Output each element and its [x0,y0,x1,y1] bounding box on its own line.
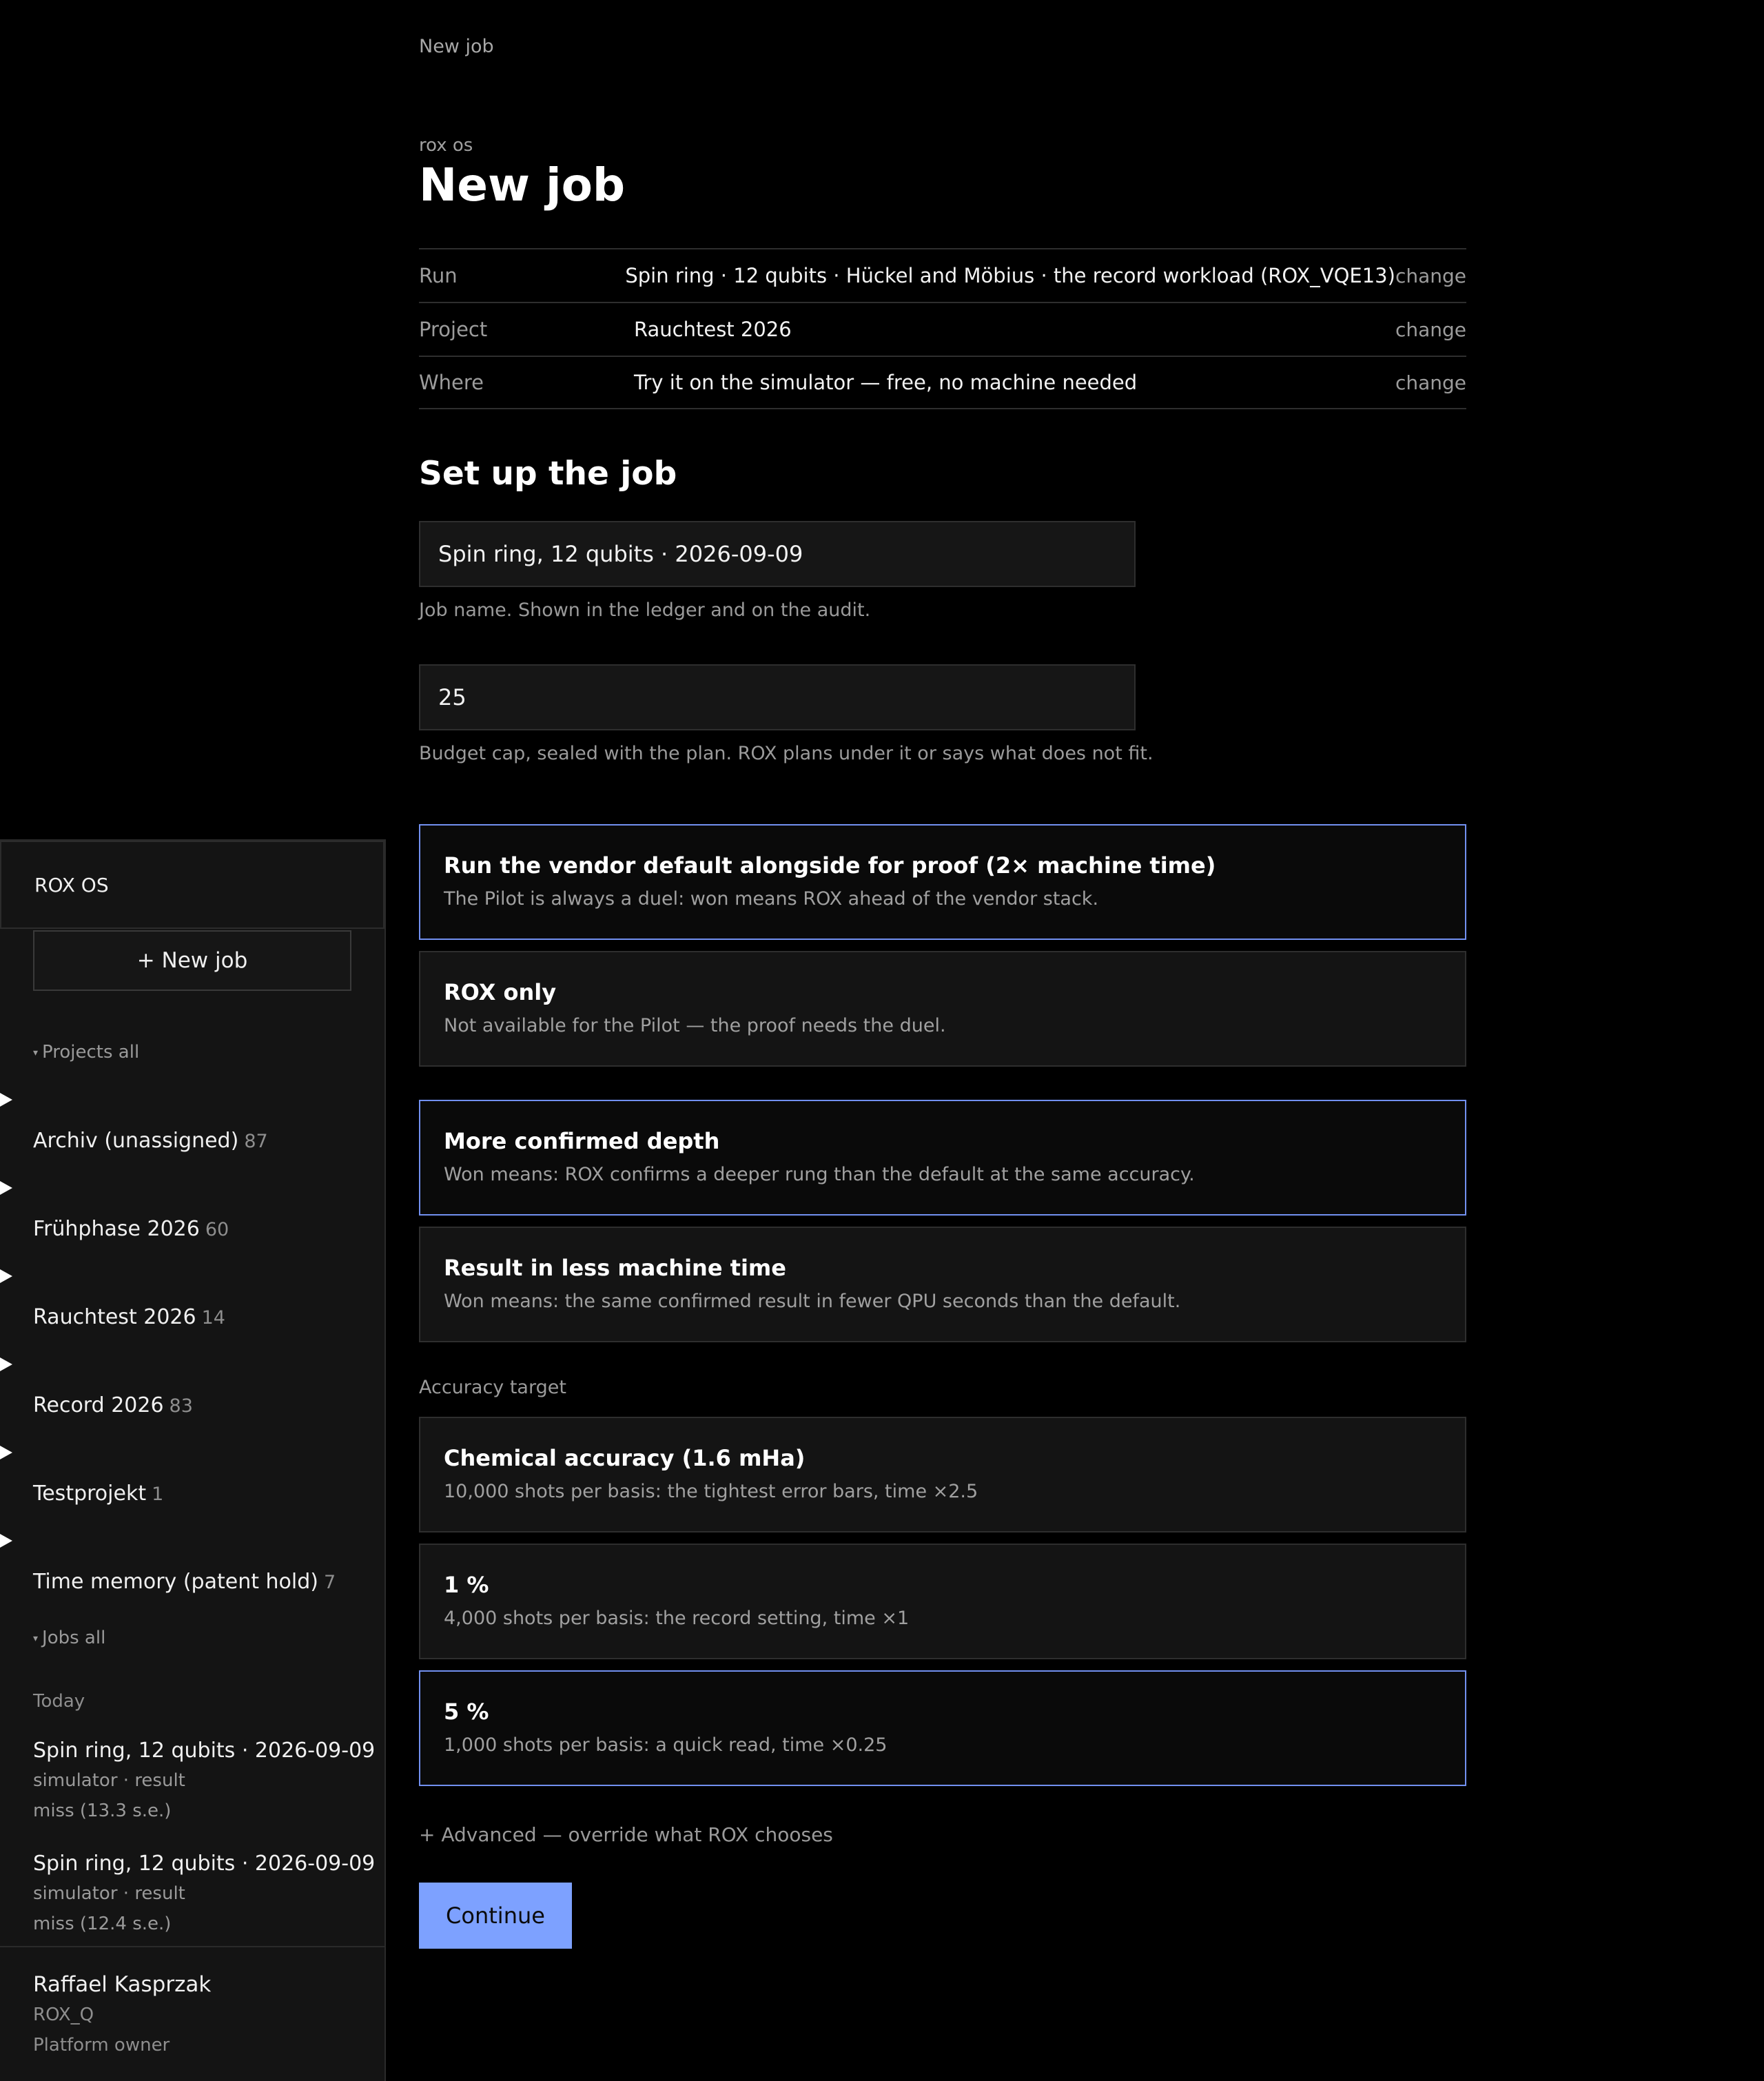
summary-value: Rauchtest 2026 [634,318,792,341]
jobs-header[interactable]: ▾ Jobs all [33,1628,105,1648]
job-name-hint: Job name. Shown in the ledger and on the… [419,599,871,621]
option-accuracy-1-percent[interactable]: 1 % 4,000 shots per basis: the record se… [419,1544,1466,1659]
project-count: 7 [323,1572,336,1593]
option-title: Chemical accuracy (1.6 mHa) [444,1445,806,1471]
project-count: 83 [169,1395,193,1417]
option-chemical-accuracy[interactable]: Chemical accuracy (1.6 mHa) 10,000 shots… [419,1417,1466,1532]
project-name: Rauchtest 2026 [33,1305,196,1329]
summary-row-project: Project Rauchtest 2026 change [419,302,1466,356]
sidebar-project-testprojekt[interactable]: Testprojekt 1 [33,1482,163,1506]
budget-cap-input[interactable] [419,664,1136,730]
option-title: Run the vendor default alongside for pro… [444,852,1216,879]
option-vendor-duel[interactable]: Run the vendor default alongside for pro… [419,824,1466,940]
project-name: Testprojekt [33,1482,147,1506]
option-description: 1,000 shots per basis: a quick read, tim… [444,1734,888,1756]
summary-value: Try it on the simulator — free, no machi… [634,371,1138,394]
summary-row-run: Run Spin ring · 12 qubits · Hückel and M… [419,248,1466,302]
expand-arrow-icon[interactable] [0,1181,12,1195]
new-job-button[interactable]: + New job [33,930,351,991]
project-count: 14 [201,1307,225,1329]
job-meta: simulator · result [33,1883,185,1904]
sidebar-brand[interactable]: ROX OS [0,841,384,929]
continue-button[interactable]: Continue [419,1883,572,1949]
project-count: 60 [205,1219,229,1240]
expand-arrow-icon[interactable] [0,1446,12,1459]
expand-arrow-icon[interactable] [0,1093,12,1107]
project-name: Frühphase 2026 [33,1217,200,1241]
project-count: 1 [152,1484,164,1505]
option-accuracy-5-percent[interactable]: 5 % 1,000 shots per basis: a quick read,… [419,1670,1466,1786]
expand-arrow-icon[interactable] [0,1357,12,1371]
caret-down-icon: ▾ [33,1047,39,1058]
accuracy-target-label: Accuracy target [419,1377,566,1398]
project-name: Archiv (unassigned) [33,1129,239,1153]
sidebar-project-record[interactable]: Record 2026 83 [33,1393,193,1417]
user-org: ROX_Q [33,2005,94,2025]
option-title: More confirmed depth [444,1128,720,1154]
sidebar-project-time-memory[interactable]: Time memory (patent hold) 7 [33,1570,336,1594]
job-status: miss (13.3 s.e.) [33,1801,172,1821]
option-title: 1 % [444,1572,489,1598]
option-description: 4,000 shots per basis: the record settin… [444,1608,910,1629]
expand-arrow-icon[interactable] [0,1534,12,1548]
option-confirmed-depth[interactable]: More confirmed depth Won means: ROX conf… [419,1100,1466,1216]
job-title: Spin ring, 12 qubits · 2026-09-09 [33,1739,376,1763]
job-title: Spin ring, 12 qubits · 2026-09-09 [33,1852,376,1876]
sidebar-project-rauchtest[interactable]: Rauchtest 2026 14 [33,1305,225,1329]
summary-label: Project [419,318,488,341]
job-status: miss (12.4 s.e.) [33,1914,172,1934]
today-label: Today [33,1691,85,1712]
option-rox-only[interactable]: ROX only Not available for the Pilot — t… [419,951,1466,1067]
job-name-input[interactable] [419,521,1136,587]
option-description: Won means: the same confirmed result in … [444,1291,1181,1312]
option-title: ROX only [444,979,557,1005]
project-name: Record 2026 [33,1393,164,1417]
summary-row-where: Where Try it on the simulator — free, no… [419,356,1466,409]
summary-label: Run [419,264,458,287]
job-meta: simulator · result [33,1770,185,1791]
breadcrumb: New job [419,36,494,57]
expand-arrow-icon[interactable] [0,1269,12,1283]
option-description: 10,000 shots per basis: the tightest err… [444,1481,978,1502]
option-description: Not available for the Pilot — the proof … [444,1015,946,1036]
change-project-link[interactable]: change [1395,318,1466,341]
projects-header-label: Projects all [42,1042,140,1063]
summary-label: Where [419,371,484,394]
page-title: New job [419,158,626,212]
jobs-header-label: Jobs all [42,1628,106,1648]
user-profile[interactable]: Raffael Kasprzak ROX_Q Platform owner [0,1946,384,2081]
job-summary-table: Run Spin ring · 12 qubits · Hückel and M… [419,248,1466,409]
page-eyebrow: rox os [419,135,473,156]
option-description: Won means: ROX confirms a deeper rung th… [444,1164,1195,1185]
project-count: 87 [244,1131,268,1152]
user-role: Platform owner [33,2035,170,2056]
change-where-link[interactable]: change [1395,371,1466,394]
user-name: Raffael Kasprzak [33,1972,212,1997]
option-less-machine-time[interactable]: Result in less machine time Won means: t… [419,1227,1466,1342]
sidebar-project-archiv[interactable]: Archiv (unassigned) 87 [33,1129,268,1153]
sidebar-job-item[interactable]: Spin ring, 12 qubits · 2026-09-09 simula… [33,1849,378,1939]
projects-header[interactable]: ▾ Projects all [33,1042,139,1063]
budget-cap-hint: Budget cap, sealed with the plan. ROX pl… [419,743,1153,764]
setup-section-title: Set up the job [419,455,677,493]
option-description: The Pilot is always a duel: won means RO… [444,888,1099,910]
sidebar-project-fruehphase[interactable]: Frühphase 2026 60 [33,1217,229,1241]
option-title: 5 % [444,1699,489,1725]
sidebar-job-item[interactable]: Spin ring, 12 qubits · 2026-09-09 simula… [33,1736,378,1826]
option-title: Result in less machine time [444,1255,786,1281]
project-name: Time memory (patent hold) [33,1570,318,1594]
sidebar: ROX OS + New job ▾ Projects all Archiv (u… [0,839,386,2081]
advanced-override-link[interactable]: + Advanced — override what ROX chooses [419,1823,833,1846]
change-run-link[interactable]: change [1395,265,1466,287]
caret-down-icon: ▾ [33,1632,39,1644]
summary-value: Spin ring · 12 qubits · Hückel and Möbiu… [625,264,1395,287]
